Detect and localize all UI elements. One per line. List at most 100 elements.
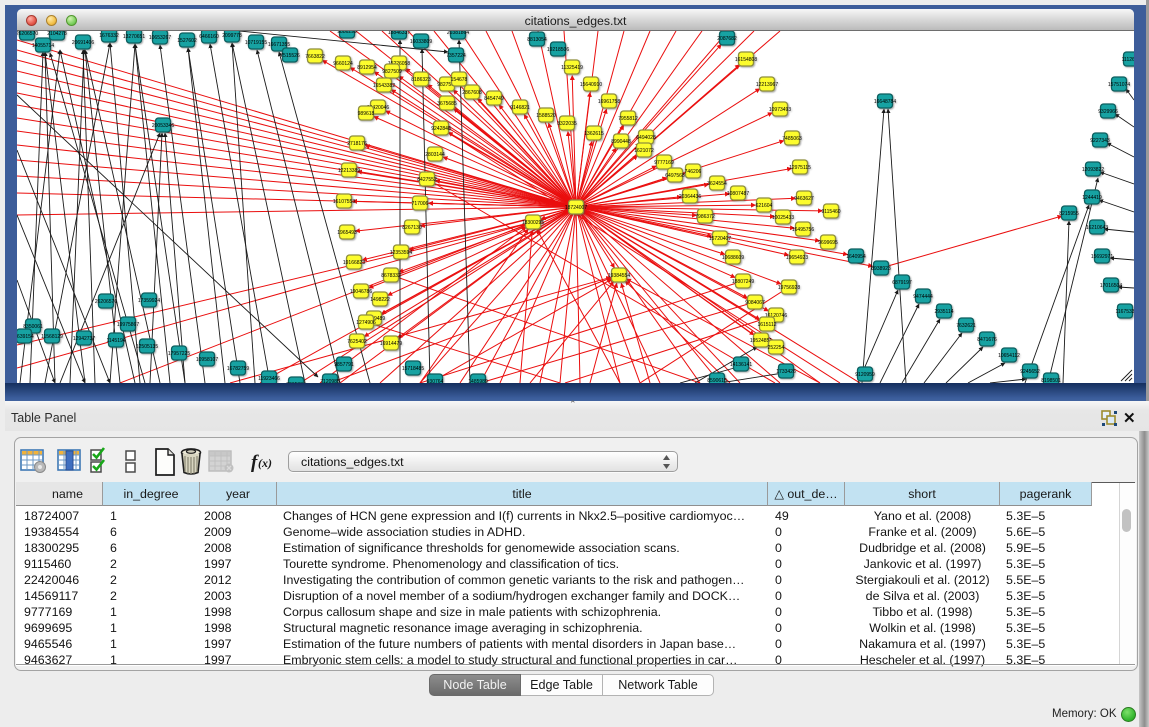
svg-text:12093822: 12093822 xyxy=(1082,167,1104,173)
svg-text:8678332: 8678332 xyxy=(381,273,401,279)
svg-text:9115460: 9115460 xyxy=(821,209,840,215)
svg-text:2867608: 2867608 xyxy=(462,90,482,96)
svg-text:8322035: 8322035 xyxy=(557,121,577,127)
svg-text:12213389: 12213389 xyxy=(338,168,360,174)
svg-text:2718176: 2718176 xyxy=(347,141,367,147)
svg-text:14136141: 14136141 xyxy=(730,362,752,368)
svg-text:8471676: 8471676 xyxy=(977,337,997,343)
svg-text:19654923: 19654923 xyxy=(786,255,808,261)
svg-text:10973493: 10973493 xyxy=(769,107,791,113)
svg-text:13270651: 13270651 xyxy=(123,34,145,40)
svg-text:16033809: 16033809 xyxy=(410,39,432,45)
svg-text:19384554: 19384554 xyxy=(608,273,630,279)
svg-text:20053346: 20053346 xyxy=(152,123,174,129)
svg-text:9120959: 9120959 xyxy=(855,372,875,378)
svg-text:19046786: 19046786 xyxy=(350,289,372,295)
svg-text:1112604: 1112604 xyxy=(1122,57,1134,63)
svg-text:16495756: 16495756 xyxy=(792,227,814,233)
svg-text:16154808: 16154808 xyxy=(735,57,757,63)
svg-text:9699695: 9699695 xyxy=(818,240,838,246)
svg-text:6466160: 6466160 xyxy=(199,34,219,40)
svg-text:3624554: 3624554 xyxy=(707,181,727,187)
svg-text:7663822: 7663822 xyxy=(305,54,325,60)
svg-text:2099778: 2099778 xyxy=(222,33,242,39)
svg-text:2104278: 2104278 xyxy=(47,31,67,37)
svg-text:7986372: 7986372 xyxy=(695,214,715,220)
svg-text:8813054: 8813054 xyxy=(527,37,547,43)
svg-text:1498222: 1498222 xyxy=(370,297,390,303)
svg-text:8215955: 8215955 xyxy=(1059,211,1079,217)
svg-text:15692971: 15692971 xyxy=(1091,254,1113,260)
svg-text:19975867: 19975867 xyxy=(117,322,139,328)
svg-text:10958107: 10958107 xyxy=(196,357,218,363)
svg-text:26206576: 26206576 xyxy=(95,299,117,305)
svg-text:8267130: 8267130 xyxy=(402,225,422,231)
svg-text:9857791: 9857791 xyxy=(334,362,354,368)
svg-text:16961758: 16961758 xyxy=(598,99,620,105)
svg-text:2803144: 2803144 xyxy=(425,152,445,158)
svg-text:12213967: 12213967 xyxy=(756,82,778,88)
svg-text:1640954: 1640954 xyxy=(846,254,866,260)
svg-text:12975115: 12975115 xyxy=(789,165,811,171)
svg-text:17957225: 17957225 xyxy=(168,351,190,357)
svg-text:9227343: 9227343 xyxy=(1090,138,1110,144)
svg-text:15640910: 15640910 xyxy=(580,82,602,88)
svg-text:19218506: 19218506 xyxy=(547,47,569,53)
svg-text:15718485: 15718485 xyxy=(402,366,424,372)
svg-text:1676332: 1676332 xyxy=(99,33,119,39)
svg-text:20691406: 20691406 xyxy=(72,40,94,46)
svg-text:1965493: 1965493 xyxy=(337,230,357,236)
svg-text:9777169: 9777169 xyxy=(654,160,674,166)
svg-text:11325419: 11325419 xyxy=(561,65,583,71)
svg-text:18846337: 18846337 xyxy=(388,31,410,36)
svg-text:9474444: 9474444 xyxy=(913,294,933,300)
svg-text:7625402: 7625402 xyxy=(347,339,367,345)
svg-text:10719155: 10719155 xyxy=(245,40,267,46)
svg-text:621604: 621604 xyxy=(756,203,773,209)
svg-text:18807249: 18807249 xyxy=(732,279,754,285)
svg-text:1615112: 1615112 xyxy=(757,322,776,328)
svg-text:17016504: 17016504 xyxy=(1100,283,1122,289)
svg-text:12942737: 12942737 xyxy=(73,336,95,342)
svg-text:19756928: 19756928 xyxy=(778,285,800,291)
svg-text:10688609: 10688609 xyxy=(722,255,744,261)
svg-text:20381864: 20381864 xyxy=(447,31,469,36)
svg-text:16648784: 16648784 xyxy=(874,99,896,105)
svg-text:9463627: 9463627 xyxy=(794,196,814,202)
svg-text:252254: 252254 xyxy=(768,345,785,351)
svg-text:1145194: 1145194 xyxy=(106,338,125,344)
svg-text:12505135: 12505135 xyxy=(136,344,158,350)
svg-text:1274906: 1274906 xyxy=(356,320,376,326)
svg-text:9329966: 9329966 xyxy=(1098,109,1118,115)
svg-text:7632621: 7632621 xyxy=(956,323,976,329)
svg-text:16782759: 16782759 xyxy=(227,366,249,372)
svg-text:1167533: 1167533 xyxy=(1115,309,1134,315)
svg-text:16914479: 16914479 xyxy=(380,341,402,347)
svg-text:1527602: 1527602 xyxy=(177,38,197,44)
svg-text:16107553: 16107553 xyxy=(333,199,355,205)
svg-text:16671355: 16671355 xyxy=(268,42,290,48)
svg-text:17359924: 17359924 xyxy=(138,298,160,304)
svg-text:9146821: 9146821 xyxy=(510,105,530,111)
svg-text:8912954: 8912954 xyxy=(357,65,377,71)
svg-text:10807487: 10807487 xyxy=(727,191,749,197)
svg-text:9827509: 9827509 xyxy=(382,69,402,75)
svg-text:9245652: 9245652 xyxy=(1020,369,1040,375)
svg-text:8186323: 8186323 xyxy=(411,77,431,83)
svg-text:19166823: 19166823 xyxy=(343,260,365,266)
svg-text:9242848: 9242848 xyxy=(431,126,451,132)
svg-text:6879197: 6879197 xyxy=(892,280,912,286)
svg-text:1362615: 1362615 xyxy=(584,131,604,137)
svg-text:7485063: 7485063 xyxy=(782,136,802,142)
svg-text:989618: 989618 xyxy=(358,111,375,117)
svg-text:2935114: 2935114 xyxy=(934,309,953,315)
svg-text:1588520: 1588520 xyxy=(536,113,556,119)
svg-text:9886299: 9886299 xyxy=(337,31,357,35)
svg-text:154678: 154678 xyxy=(451,77,468,83)
svg-text:3675685: 3675685 xyxy=(437,101,457,107)
svg-text:1244419: 1244419 xyxy=(1082,195,1102,201)
svg-text:7357224: 7357224 xyxy=(446,53,466,59)
svg-text:7955812: 7955812 xyxy=(618,116,638,122)
svg-text:6494028: 6494028 xyxy=(636,135,656,141)
svg-text:8938923: 8938923 xyxy=(871,266,891,272)
